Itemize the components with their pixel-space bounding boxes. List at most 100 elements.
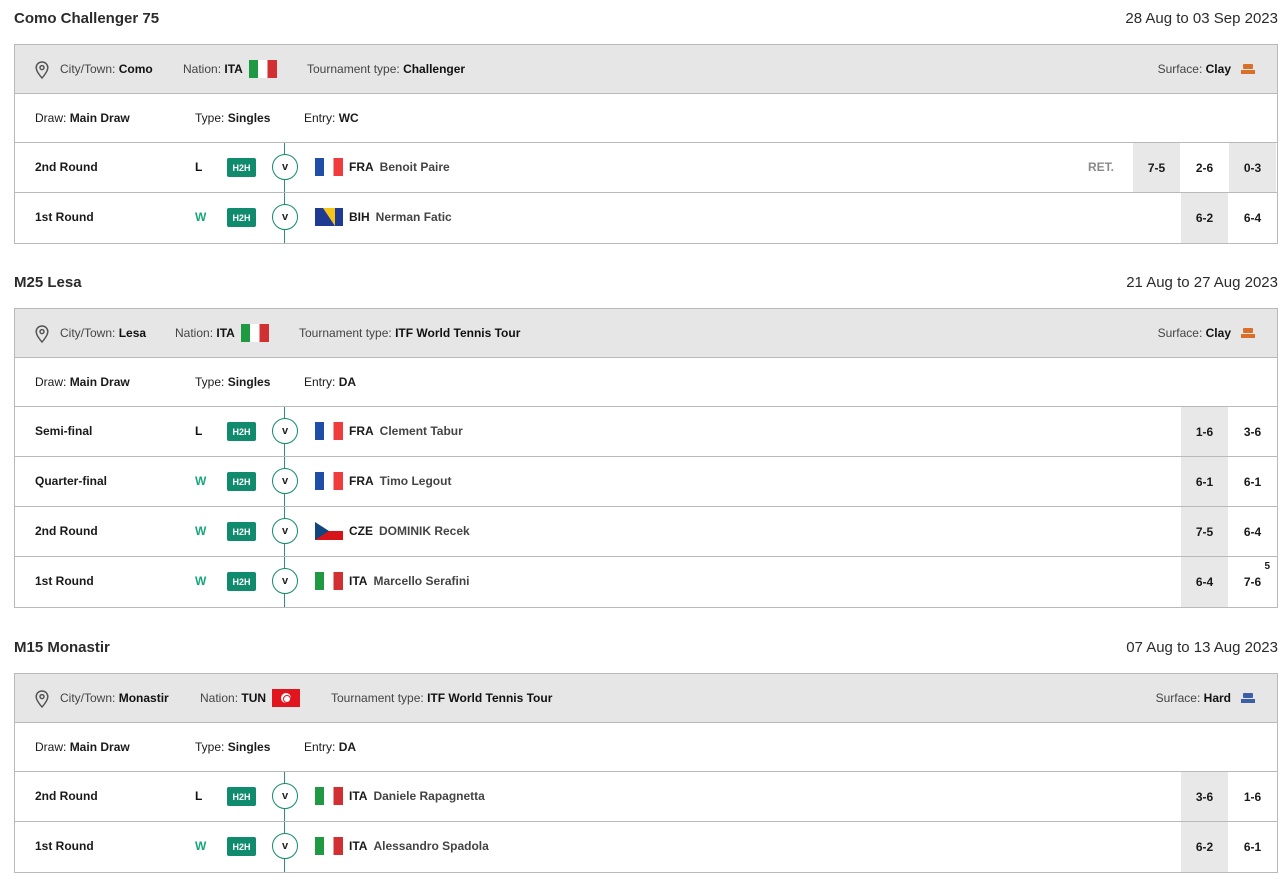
h2h-button[interactable]: H2H xyxy=(227,472,256,491)
opponent[interactable]: CZE DOMINIK Recek xyxy=(315,522,470,540)
draw-info-row: Draw: Main Draw Type: Singles Entry: WC xyxy=(15,94,1277,143)
nation-value: ITA xyxy=(224,62,243,76)
nation-info: Nation: ITA xyxy=(183,60,277,78)
match-row[interactable]: 2nd Round L H2H v FRA Benoit Paire RET. 7… xyxy=(15,143,1277,193)
surface-info: Surface: Clay xyxy=(1158,62,1255,76)
match-round: 2nd Round xyxy=(35,524,98,538)
type-value: Singles xyxy=(227,740,271,754)
entry-info: Entry: DA xyxy=(304,740,356,754)
set-score: 3-6 xyxy=(1243,424,1262,439)
opponent-name-link[interactable]: Alessandro Spadola xyxy=(373,839,488,853)
italy-flag-icon xyxy=(315,787,343,805)
surface-info: Surface: Clay xyxy=(1158,326,1255,340)
h2h-button[interactable]: H2H xyxy=(227,837,256,856)
tournament-type-label: Tournament type: xyxy=(331,691,424,705)
h2h-button[interactable]: H2H xyxy=(227,158,256,177)
opponent-name-link[interactable]: Benoit Paire xyxy=(380,160,450,174)
type-label: Type: xyxy=(195,375,225,389)
set-score: 7-5 xyxy=(1133,143,1180,192)
opponent-name-link[interactable]: Daniele Rapagnetta xyxy=(373,789,484,803)
tournament-type-info: Tournament type: ITF World Tennis Tour xyxy=(299,326,520,340)
italy-flag-icon xyxy=(315,837,343,855)
city-value: Como xyxy=(118,62,153,76)
match-row[interactable]: Quarter-final W H2H v FRA Timo Legout 6-1… xyxy=(15,457,1277,507)
set-score: 2-6 xyxy=(1195,160,1214,175)
draw-info: Draw: Main Draw xyxy=(35,375,130,389)
opponent[interactable]: BIH Nerman Fatic xyxy=(315,208,452,226)
city-value: Monastir xyxy=(118,691,169,705)
nation-label: Nation: xyxy=(200,691,239,705)
clay-court-icon xyxy=(1241,64,1255,74)
match-row[interactable]: 2nd Round L H2H v ITA Daniele Rapagnetta … xyxy=(15,772,1277,822)
tournament-type-label: Tournament type: xyxy=(307,62,400,76)
h2h-button[interactable]: H2H xyxy=(227,422,256,441)
opponent-name-link[interactable]: Marcello Serafini xyxy=(373,574,469,588)
opponent-name-link[interactable]: Nerman Fatic xyxy=(376,210,452,224)
opponent[interactable]: ITA Alessandro Spadola xyxy=(315,837,489,855)
h2h-button[interactable]: H2H xyxy=(227,208,256,227)
tournament-type-value: ITF World Tennis Tour xyxy=(427,691,553,705)
set-score: 3-6 xyxy=(1181,772,1228,821)
opponent[interactable]: FRA Clement Tabur xyxy=(315,422,463,440)
tournament-box: City/Town: Como Nation: ITA Tournament t… xyxy=(14,44,1278,244)
opponent-name-link[interactable]: DOMINIK Recek xyxy=(379,524,470,538)
opponent-name-link[interactable]: Clement Tabur xyxy=(380,424,463,438)
city-label: City/Town: xyxy=(60,62,116,76)
opponent-nation: FRA xyxy=(349,424,374,438)
tournament-name[interactable]: M25 Lesa xyxy=(14,274,82,291)
set-score-tiebreak: 7-6 5 xyxy=(1229,557,1276,607)
type-value: Singles xyxy=(227,111,271,125)
tunisia-flag-icon xyxy=(272,689,301,707)
h2h-button[interactable]: H2H xyxy=(227,522,256,541)
opponent[interactable]: ITA Daniele Rapagnetta xyxy=(315,787,485,805)
city-info: City/Town: Lesa xyxy=(60,326,146,340)
entry-info: Entry: WC xyxy=(304,111,359,125)
clay-court-icon xyxy=(1241,328,1255,338)
location-pin-icon xyxy=(35,690,49,708)
opponent[interactable]: FRA Timo Legout xyxy=(315,472,451,490)
set-score-value: 7-6 xyxy=(1243,575,1262,589)
city-info: City/Town: Monastir xyxy=(60,691,169,705)
tournament-name[interactable]: Como Challenger 75 xyxy=(14,10,159,27)
versus-icon: v xyxy=(272,833,298,859)
match-row[interactable]: 1st Round W H2H v ITA Alessandro Spadola … xyxy=(15,822,1277,872)
match-row[interactable]: Semi-final L H2H v FRA Clement Tabur 1-6 … xyxy=(15,407,1277,457)
czech-flag-icon xyxy=(315,522,343,540)
set-score: 6-4 xyxy=(1243,211,1262,225)
opponent-name-link[interactable]: Timo Legout xyxy=(380,474,452,488)
city-label: City/Town: xyxy=(60,691,116,705)
tiebreak-score: 5 xyxy=(1264,561,1270,572)
match-row[interactable]: 1st Round W H2H v BIH Nerman Fatic 6-2 6-… xyxy=(15,193,1277,243)
match-result: L xyxy=(195,424,203,438)
match-result: W xyxy=(195,474,207,488)
tournament-type-value: Challenger xyxy=(403,62,466,76)
tournament-info-row: City/Town: Lesa Nation: ITA Tournament t… xyxy=(15,309,1277,358)
surface-value: Clay xyxy=(1205,62,1231,76)
h2h-button[interactable]: H2H xyxy=(227,572,256,591)
match-round: 1st Round xyxy=(35,574,94,588)
versus-icon: v xyxy=(272,783,298,809)
opponent[interactable]: FRA Benoit Paire xyxy=(315,158,450,176)
entry-label: Entry: xyxy=(304,111,336,125)
opponent[interactable]: ITA Marcello Serafini xyxy=(315,572,470,590)
entry-value: DA xyxy=(338,740,357,754)
tournament-box: City/Town: Monastir Nation: TUN Tourname… xyxy=(14,673,1278,873)
type-value: Singles xyxy=(227,375,271,389)
location-pin-icon xyxy=(35,325,49,343)
h2h-button[interactable]: H2H xyxy=(227,787,256,806)
match-row[interactable]: 1st Round W H2H v ITA Marcello Serafini 6… xyxy=(15,557,1277,607)
set-score: 1-6 xyxy=(1181,407,1228,456)
draw-info: Draw: Main Draw xyxy=(35,111,130,125)
tournament-type-info: Tournament type: Challenger xyxy=(307,62,465,76)
draw-info-row: Draw: Main Draw Type: Singles Entry: DA xyxy=(15,723,1277,772)
match-result: L xyxy=(195,160,203,174)
match-row[interactable]: 2nd Round W H2H v CZE DOMINIK Recek 7-5 6… xyxy=(15,507,1277,557)
tournament-name[interactable]: M15 Monastir xyxy=(14,639,110,656)
city-value: Lesa xyxy=(118,326,147,340)
opponent-nation: FRA xyxy=(349,474,374,488)
type-info: Type: Singles xyxy=(195,740,270,754)
nation-info: Nation: ITA xyxy=(175,324,269,342)
city-info: City/Town: Como xyxy=(60,62,153,76)
versus-icon: v xyxy=(272,154,298,180)
nation-info: Nation: TUN xyxy=(200,689,301,707)
